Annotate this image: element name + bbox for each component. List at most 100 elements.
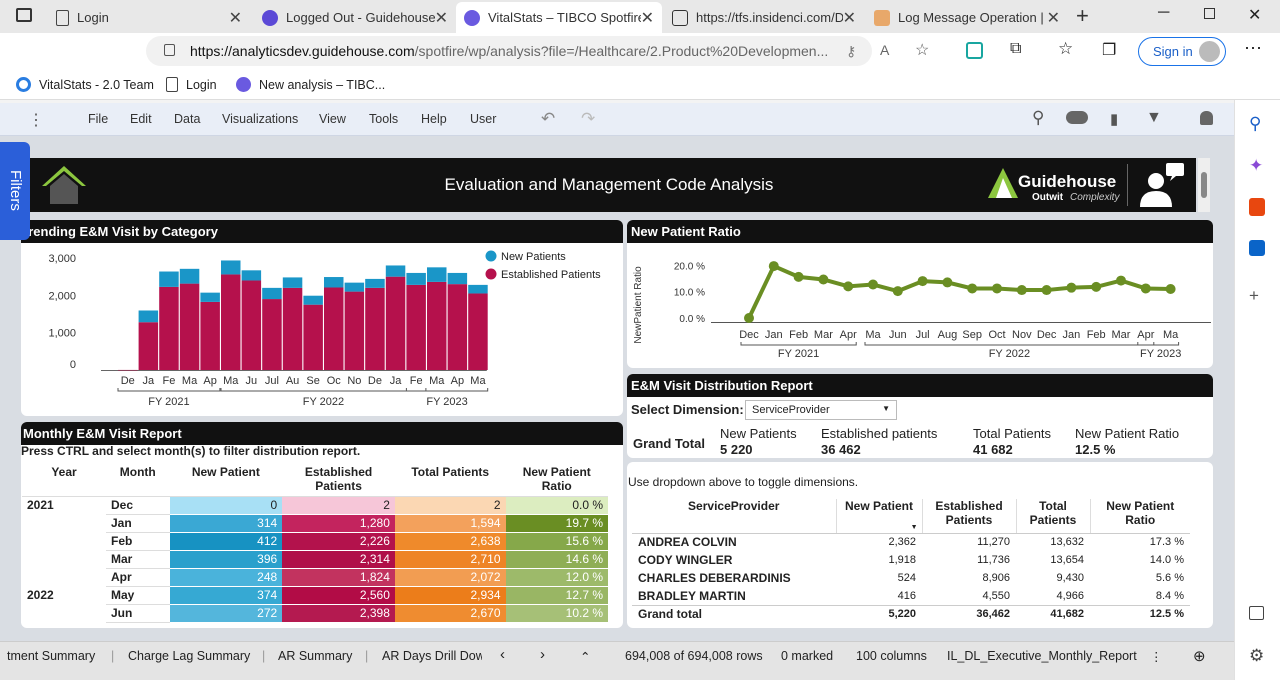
column-header[interactable]: Year [22, 462, 106, 497]
restore-button[interactable] [1204, 8, 1215, 19]
table-row[interactable]: 2022 May 374 2,560 2,934 12.7 % [22, 586, 608, 605]
notifications-icon[interactable] [1200, 111, 1213, 125]
dimension-dropdown[interactable]: ServiceProvider ▼ [745, 400, 897, 420]
sign-in-button[interactable]: Sign in [1138, 37, 1226, 66]
column-header[interactable]: ServiceProvider [632, 499, 836, 534]
column-header[interactable]: New Patient ▼ [835, 499, 922, 534]
table-row[interactable]: ANDREA COLVIN 2,362 11,270 13,632 17.3 % [632, 533, 1190, 551]
column-header[interactable]: Total Patients [1015, 499, 1090, 534]
tab-login[interactable]: Login ✕ [48, 2, 250, 33]
menu-file[interactable]: File [88, 112, 108, 126]
gear-icon[interactable]: ⚙ [1249, 646, 1264, 666]
table-cell [22, 514, 106, 532]
menu-data[interactable]: Data [174, 112, 200, 126]
vitalstats-icon [16, 77, 31, 92]
bookmark-login[interactable]: Login [166, 77, 217, 92]
ratio-line-chart[interactable]: NewPatient Ratio 0.0 % 10.0 % 20.0 % Dec Jan F… [627, 243, 1213, 368]
vertical-dots-icon[interactable]: ⋮ [1150, 649, 1163, 664]
column-header[interactable]: Total Patients [394, 462, 506, 497]
logo-tagline-bold: Outwit [1032, 192, 1064, 203]
page-tab[interactable]: AR Summary [278, 649, 352, 663]
chevron-left-icon[interactable]: ‹ [500, 646, 505, 663]
filter-icon[interactable]: ▼ [1146, 109, 1162, 127]
column-header[interactable]: New Patient Ratio [1089, 499, 1190, 534]
table-row[interactable]: Mar 396 2,314 2,710 14.6 % [22, 550, 608, 569]
column-header[interactable]: Month [106, 462, 170, 497]
outlook-icon[interactable] [1249, 240, 1265, 256]
table-row[interactable]: Jun 272 2,398 2,670 10.2 % [22, 604, 608, 623]
vertical-dots-icon[interactable]: ⋮ [28, 110, 44, 130]
menu-edit[interactable]: Edit [130, 112, 152, 126]
column-header[interactable]: New Patient [169, 462, 283, 497]
minimize-button[interactable]: ─ [1158, 4, 1169, 22]
bookmark-new-analysis[interactable]: New analysis – TIBC... [236, 77, 385, 92]
close-icon[interactable]: ✕ [1047, 8, 1060, 28]
add-icon[interactable]: + [1249, 286, 1259, 306]
user-feedback-icon[interactable] [1134, 161, 1186, 209]
tab-log-message[interactable]: Log Message Operation | ✕ [866, 2, 1068, 33]
sort-desc-icon[interactable]: ▼ [911, 524, 918, 531]
new-tab-button[interactable]: + [1076, 3, 1089, 29]
redo-icon[interactable]: ↷ [581, 109, 595, 129]
group-label: FY 2023 [426, 396, 467, 408]
table-row[interactable]: Jan 314 1,280 1,594 19.7 % [22, 514, 608, 533]
extension-teal-icon[interactable] [966, 42, 983, 59]
more-menu-icon[interactable]: ⋯ [1244, 38, 1262, 59]
table-row[interactable]: Apr 248 1,824 2,072 12.0 % [22, 568, 608, 587]
column-header[interactable]: Established Patients [282, 462, 395, 497]
password-key-icon[interactable]: ⚷ [846, 43, 856, 60]
menu-user[interactable]: User [470, 112, 496, 126]
bookmark-icon[interactable]: ▮ [1110, 110, 1118, 128]
column-header[interactable]: Established Patients [921, 499, 1016, 534]
close-icon[interactable]: ✕ [641, 8, 654, 28]
scrollbar[interactable] [1198, 158, 1210, 212]
filters-tab[interactable]: Filters [0, 142, 30, 240]
undo-icon[interactable]: ↶ [541, 109, 555, 129]
collections-icon[interactable]: ❐ [1102, 40, 1116, 60]
table-cell: 11,736 [977, 554, 1010, 566]
menu-tools[interactable]: Tools [369, 112, 398, 126]
page-tab[interactable]: tment Summary [7, 649, 95, 663]
favorites-icon[interactable]: ☆ [1058, 39, 1073, 59]
data-table-name[interactable]: IL_DL_Executive_Monthly_Report [947, 649, 1137, 663]
table-cell: 412 [169, 532, 283, 551]
trend-bar-chart[interactable]: 0 1,000 2,000 3,000 De Ja Fe Ma Ap Ma Ju Jul Au Se Oc N… [21, 243, 623, 416]
close-icon[interactable]: ✕ [843, 8, 856, 28]
grand-total-row[interactable]: Grand total 5,220 36,462 41,682 12.5 % [632, 604, 1190, 623]
tab-actions-icon[interactable] [16, 8, 32, 22]
read-aloud-icon[interactable]: A [880, 42, 889, 58]
menu-help[interactable]: Help [421, 112, 447, 126]
chevron-down-icon: ▼ [882, 404, 890, 413]
sidebar-toggle-icon[interactable] [1249, 606, 1264, 620]
close-icon[interactable]: ✕ [435, 8, 448, 28]
url-field[interactable]: https://analyticsdev.guidehouse.com/spot… [146, 36, 872, 66]
extensions-icon[interactable]: ⧉ [1010, 40, 1021, 58]
table-row[interactable]: BRADLEY MARTIN 416 4,550 4,966 8.4 % [632, 587, 1190, 605]
collaboration-icon[interactable] [1066, 111, 1088, 124]
copilot-icon[interactable]: ✦ [1249, 156, 1263, 176]
page-tab[interactable]: AR Days Drill Dow [382, 649, 482, 663]
chevron-right-icon[interactable]: › [540, 646, 545, 663]
favorite-add-icon[interactable]: ☆ [915, 40, 929, 60]
collapse-up-icon[interactable]: ⌃ [580, 649, 590, 664]
column-header[interactable]: New Patient Ratio [505, 462, 608, 497]
office-icon[interactable] [1249, 198, 1265, 216]
menu-view[interactable]: View [319, 112, 346, 126]
search-icon[interactable]: ⚲ [1249, 114, 1261, 134]
globe-icon[interactable]: ⊕ [1193, 647, 1206, 665]
bar-established [138, 322, 159, 370]
table-row[interactable]: CHARLES DEBERARDINIS 524 8,906 9,430 5.6 % [632, 569, 1190, 587]
bookmark-vitalstats[interactable]: VitalStats - 2.0 Team [16, 77, 154, 92]
table-cell: 12.7 % [505, 586, 608, 605]
menu-visualizations[interactable]: Visualizations [222, 112, 298, 126]
table-row[interactable]: CODY WINGLER 1,918 11,736 13,654 14.0 % [632, 551, 1190, 569]
table-row[interactable]: Feb 412 2,226 2,638 15.6 % [22, 532, 608, 551]
tab-vitalstats[interactable]: VitalStats – TIBCO Spotfire ✕ [456, 2, 662, 33]
close-window-button[interactable]: ✕ [1248, 5, 1261, 25]
table-row[interactable]: 2021 Dec 0 2 2 0.0 % [22, 496, 608, 515]
tab-logged-out[interactable]: Logged Out - Guidehouse ✕ [254, 2, 456, 33]
close-icon[interactable]: ✕ [229, 8, 242, 28]
tab-tfs[interactable]: https://tfs.insidenci.com/D ✕ [664, 2, 864, 33]
search-icon[interactable]: ⚲ [1032, 108, 1044, 128]
page-tab[interactable]: Charge Lag Summary [128, 649, 250, 663]
